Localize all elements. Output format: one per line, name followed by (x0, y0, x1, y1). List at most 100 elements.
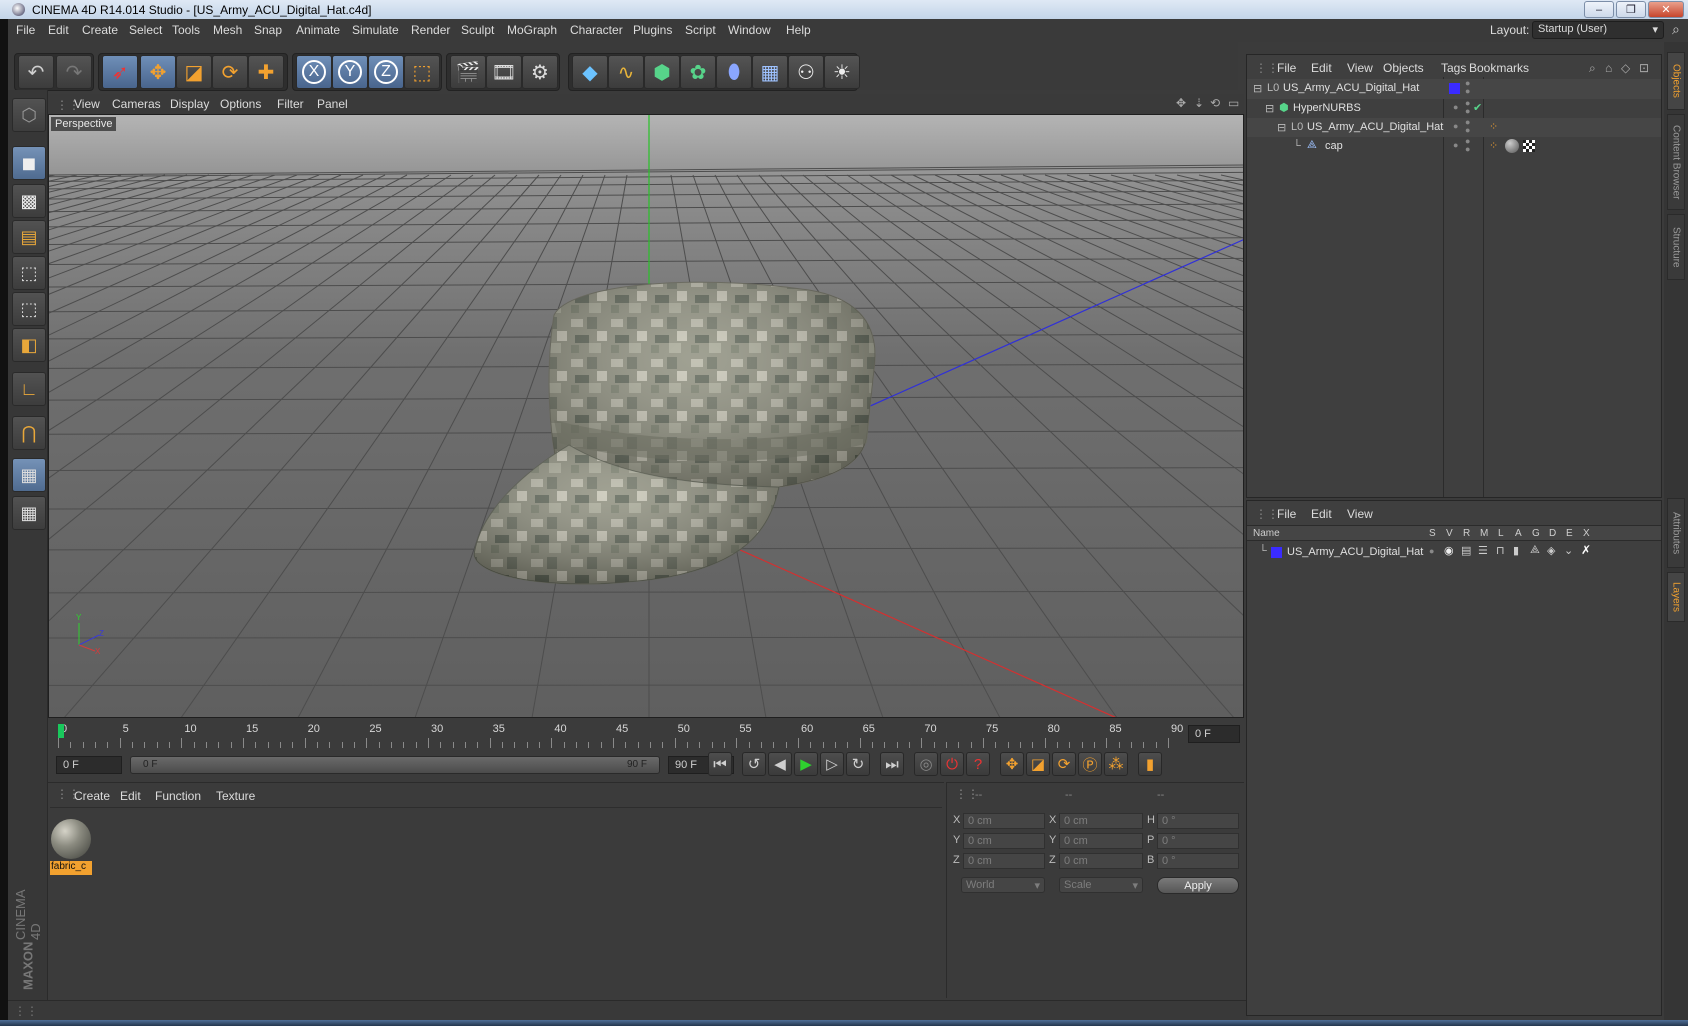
menu-animate[interactable]: Animate (296, 23, 340, 37)
menu-snap[interactable]: Snap (254, 23, 282, 37)
back-icon[interactable]: ◇ (1621, 61, 1630, 75)
layer-color-swatch[interactable] (1449, 83, 1460, 94)
magnet-icon[interactable]: ⋂ (12, 416, 46, 450)
dolly-icon[interactable]: ⇣ (1194, 96, 1204, 110)
go-to-start-icon[interactable]: ⏮ (708, 752, 732, 776)
menu-help[interactable]: Help (786, 23, 811, 37)
start-frame-field[interactable]: 0 F (56, 756, 122, 774)
manager-icon[interactable]: ☰ (1478, 544, 1488, 557)
column-animation[interactable]: A (1515, 528, 1522, 539)
z-axis-icon[interactable]: Z (368, 55, 404, 89)
visibility-dot-icon[interactable]: ● (1453, 140, 1458, 150)
material-menu-texture[interactable]: Texture (216, 789, 255, 803)
menu-window[interactable]: Window (728, 23, 771, 37)
undo-icon[interactable]: ↶ (18, 55, 54, 89)
visibility-dot-icon[interactable]: ● (1453, 102, 1458, 112)
render-settings-icon[interactable]: ⚙ (522, 55, 558, 89)
menu-select[interactable]: Select (129, 23, 162, 37)
coordinate-mode-dropdown[interactable]: World ▾ (961, 877, 1045, 893)
collapse-icon[interactable]: ⊟ (1253, 82, 1262, 95)
visibility-dots-icon[interactable]: ● ● (1465, 118, 1470, 135)
size-y-field[interactable]: 0 cm (1059, 833, 1143, 849)
object-menu-view[interactable]: View (1347, 61, 1373, 75)
texture-mode-icon[interactable]: ▩ (12, 184, 46, 218)
menu-sculpt[interactable]: Sculpt (461, 23, 494, 37)
polygons-mode-icon[interactable]: ◧ (12, 328, 46, 362)
material-menu-create[interactable]: Create (74, 789, 110, 803)
add-icon[interactable]: ✚ (248, 55, 284, 89)
record-keys-icon[interactable]: ◎ (914, 752, 938, 776)
render-picture-viewer-icon[interactable]: 🎞 (486, 55, 522, 89)
tab-objects[interactable]: Objects (1667, 52, 1685, 110)
generator-icon[interactable]: ⟁ (1530, 544, 1540, 557)
workplane-icon[interactable]: ▤ (12, 220, 46, 254)
viewport-menu-view[interactable]: View (74, 97, 100, 111)
viewport-menu-cameras[interactable]: Cameras (112, 97, 161, 111)
go-to-end-icon[interactable]: ⏭ (880, 752, 904, 776)
animation-icon[interactable]: ▮ (1513, 544, 1519, 557)
world-coords-icon[interactable]: ⬚ (404, 55, 440, 89)
y-axis-icon[interactable]: Y (332, 55, 368, 89)
planar-workplane-icon[interactable]: ▦ (12, 496, 46, 530)
object-menu-tags[interactable]: Tags (1441, 61, 1466, 75)
size-x-field[interactable]: 0 cm (1059, 813, 1143, 829)
maximize-view-icon[interactable]: ▭ (1228, 96, 1239, 110)
viewport-menu-panel[interactable]: Panel (317, 97, 348, 111)
key-scale-icon[interactable]: ◪ (1026, 752, 1050, 776)
phong-tag-icon[interactable]: ⁘ (1489, 139, 1498, 152)
rotation-p-field[interactable]: 0 ° (1157, 833, 1239, 849)
layer-color-swatch[interactable] (1271, 547, 1282, 558)
menu-character[interactable]: Character (570, 23, 623, 37)
key-position-icon[interactable]: ✥ (1000, 752, 1024, 776)
nurbs-icon[interactable]: ⬢ (644, 55, 680, 89)
menu-mograph[interactable]: MoGraph (507, 23, 557, 37)
column-view[interactable]: V (1446, 528, 1453, 539)
collapse-icon[interactable]: ⊟ (1265, 102, 1274, 115)
new-window-icon[interactable]: ⊡ (1639, 61, 1649, 75)
menu-plugins[interactable]: Plugins (633, 23, 672, 37)
move-icon[interactable]: ✥ (140, 55, 176, 89)
key-pla-icon[interactable]: ⁂ (1104, 752, 1128, 776)
scale-icon[interactable]: ◪ (176, 55, 212, 89)
column-solo[interactable]: S (1429, 528, 1436, 539)
rotation-b-field[interactable]: 0 ° (1157, 853, 1239, 869)
points-mode-icon[interactable]: ⬚ (12, 256, 46, 290)
object-menu-bookmarks[interactable]: Bookmarks (1469, 61, 1529, 75)
position-z-field[interactable]: 0 cm (963, 853, 1045, 869)
view-eye-icon[interactable]: ◉ (1444, 544, 1454, 557)
apply-button[interactable]: Apply (1157, 877, 1239, 894)
timeline-ruler[interactable]: 0 5 10 15 20 25 30 35 40 45 50 55 60 65 70 75 80 85 90 0 F (48, 720, 1244, 750)
menu-tools[interactable]: Tools (172, 23, 200, 37)
rotation-h-field[interactable]: 0 ° (1157, 813, 1239, 829)
spline-icon[interactable]: ∿ (608, 55, 644, 89)
home-icon[interactable]: ⌂ (1605, 61, 1612, 75)
pan-icon[interactable]: ✥ (1176, 96, 1186, 110)
search-icon[interactable]: ⌕ (1589, 61, 1596, 76)
object-row[interactable]: ⊟ L0 US_Army_ACU_Digital_Hat ● ● (1247, 79, 1661, 99)
material-menu-function[interactable]: Function (155, 789, 201, 803)
light-icon[interactable]: ☀ (824, 55, 860, 89)
column-locked[interactable]: L (1498, 528, 1504, 539)
tab-attributes[interactable]: Attributes (1667, 498, 1685, 568)
timeline-window-icon[interactable]: ▮ (1138, 752, 1162, 776)
uvw-tag-icon[interactable] (1523, 140, 1535, 152)
visibility-dots-icon[interactable]: ● ● (1465, 79, 1470, 96)
model-mode-icon[interactable]: ◼ (12, 146, 46, 180)
column-manager[interactable]: M (1480, 528, 1488, 539)
minimize-button[interactable]: – (1584, 1, 1614, 18)
key-parameter-icon[interactable]: Ⓟ (1078, 752, 1102, 776)
material-tag-icon[interactable] (1505, 139, 1519, 153)
locked-workplane-icon[interactable]: ▦ (12, 458, 46, 492)
object-menu-edit[interactable]: Edit (1311, 61, 1332, 75)
column-name[interactable]: Name (1253, 528, 1280, 539)
object-row[interactable]: ⊟ ⬢ HyperNURBS ● ● ● ✔ (1247, 99, 1661, 118)
axis-mode-icon[interactable]: ∟ (12, 372, 46, 406)
auto-key-icon[interactable]: ⏻ (940, 752, 964, 776)
play-icon[interactable]: ▶ (794, 752, 818, 776)
material-menu-edit[interactable]: Edit (120, 789, 141, 803)
close-button[interactable]: ✕ (1648, 1, 1684, 18)
camera-icon[interactable]: ⚇ (788, 55, 824, 89)
position-x-field[interactable]: 0 cm (963, 813, 1045, 829)
layer-menu-view[interactable]: View (1347, 507, 1373, 521)
redo-icon[interactable]: ↷ (56, 55, 92, 89)
